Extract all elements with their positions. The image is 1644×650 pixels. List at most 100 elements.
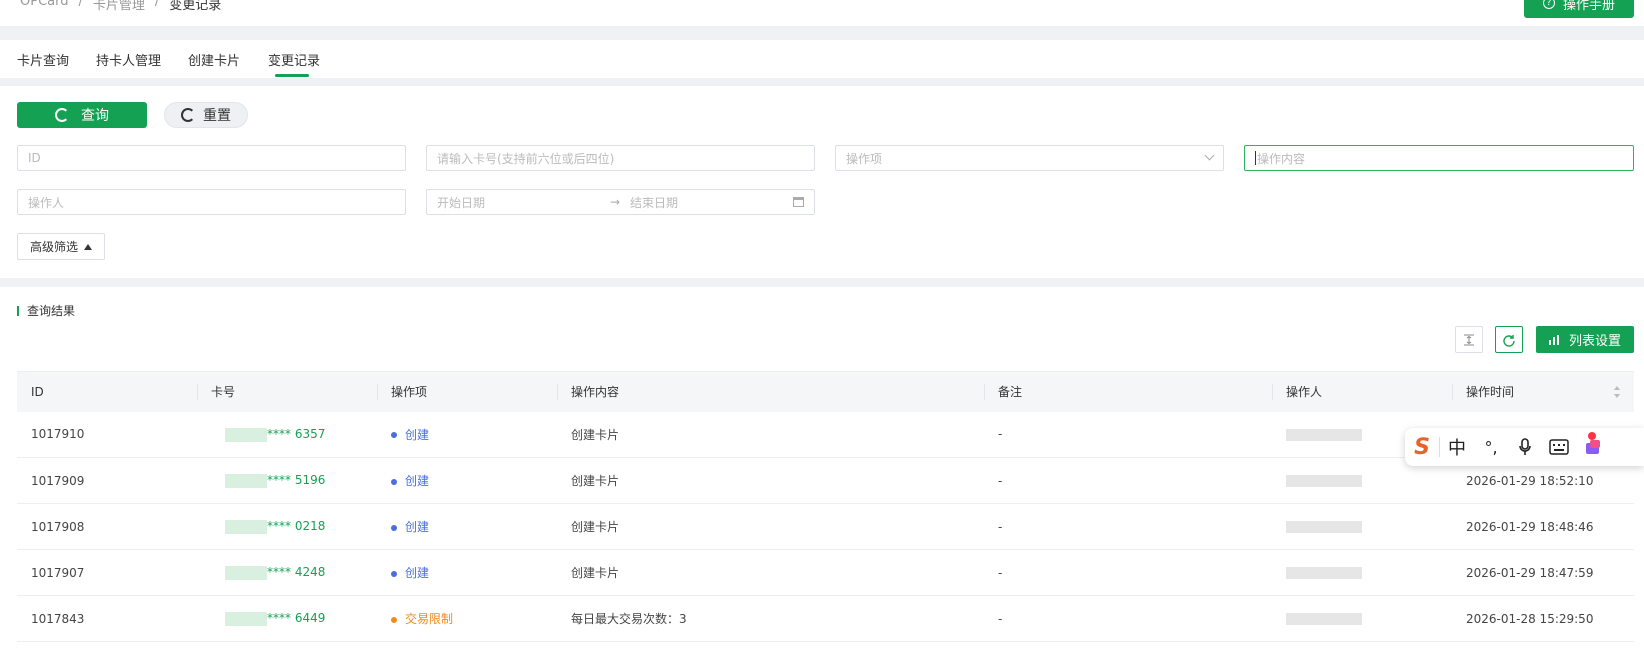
advanced-filter-button[interactable]: 高级筛选	[17, 233, 105, 260]
breadcrumb-card-management[interactable]: 卡片管理	[93, 0, 145, 13]
cell-operation-time: 2026-01-29 18:48:46	[1452, 503, 1634, 550]
caret-up-icon	[84, 243, 92, 250]
table-row[interactable]: 1017910 **** 6357 创建 创建卡片 -	[17, 411, 1634, 458]
breadcrumb-root[interactable]: OPCard	[20, 0, 68, 13]
reset-button[interactable]: 重置	[164, 102, 248, 128]
tab-create-card[interactable]: 创建卡片	[188, 50, 240, 69]
operator-placeholder: 操作人	[28, 195, 65, 210]
cell-card-number[interactable]: **** 0218	[197, 503, 377, 550]
cell-id: 1017907	[17, 549, 197, 596]
column-header-operation-time[interactable]: 操作时间	[1452, 371, 1634, 412]
results-title: 查询结果	[17, 305, 75, 317]
table-body: 1017910 **** 6357 创建 创建卡片 - 1017909 ****…	[17, 411, 1634, 642]
operation-item-select[interactable]: 操作项	[835, 145, 1224, 171]
notification-badge	[1588, 432, 1596, 440]
keyboard-icon	[1549, 439, 1569, 455]
breadcrumb: OPCard / 卡片管理 / 变更记录	[20, 0, 221, 13]
filter-panel: 查询 重置 ID 请输入卡号(支持前六位或后四位) 操作项 操作内容 操作人 开…	[0, 86, 1644, 278]
ime-keyboard-button[interactable]	[1542, 428, 1576, 466]
refresh-button[interactable]	[1495, 326, 1523, 353]
operation-item-text: 创建	[405, 520, 430, 534]
column-header-remark: 备注	[984, 371, 1272, 412]
query-button-label: 查询	[81, 108, 109, 124]
breadcrumb-separator: /	[78, 0, 83, 9]
column-header-operator: 操作人	[1272, 371, 1452, 412]
cell-card-number[interactable]: **** 5196	[197, 457, 377, 504]
cell-operator	[1272, 549, 1452, 596]
redacted-block	[1286, 521, 1362, 533]
card-number-input[interactable]: 请输入卡号(支持前六位或后四位)	[426, 145, 815, 171]
start-date-placeholder: 开始日期	[437, 195, 486, 210]
operation-content-placeholder: 操作内容	[1257, 151, 1306, 166]
card-number-placeholder: 请输入卡号(支持前六位或后四位)	[437, 151, 615, 166]
cell-operation-content: 创建卡片	[557, 411, 984, 458]
sort-icon[interactable]	[1614, 386, 1620, 398]
table-row[interactable]: 1017843 **** 6449 交易限制 每日最大交易次数：3 - 2026…	[17, 595, 1634, 642]
operation-content-input[interactable]: 操作内容	[1244, 145, 1634, 171]
operator-input[interactable]: 操作人	[17, 189, 406, 215]
cell-operation-time: 2026-01-28 15:29:50	[1452, 595, 1634, 642]
tab-cardholder-management[interactable]: 持卡人管理	[96, 50, 161, 69]
query-button[interactable]: 查询	[17, 102, 147, 128]
operation-item-text: 创建	[405, 474, 430, 488]
cell-id: 1017908	[17, 503, 197, 550]
ime-voice-button[interactable]	[1508, 428, 1542, 466]
table-row[interactable]: 1017909 **** 5196 创建 创建卡片 - 2026-01-29 1…	[17, 457, 1634, 504]
tab-card-query[interactable]: 卡片查询	[17, 50, 69, 69]
chevron-down-icon	[1204, 150, 1215, 161]
cell-card-number[interactable]: **** 6357	[197, 411, 377, 458]
cell-id: 1017843	[17, 595, 197, 642]
density-button[interactable]	[1455, 326, 1483, 353]
active-tab-indicator	[275, 74, 309, 77]
cell-operation-content: 每日最大交易次数：3	[557, 595, 984, 642]
redacted-block	[225, 427, 267, 442]
card-number-text: **** 6449	[267, 611, 326, 626]
top-bar: OPCard / 卡片管理 / 变更记录 ? 操作手册	[0, 0, 1644, 26]
operation-item-text: 创建	[405, 427, 430, 442]
table-row[interactable]: 1017908 **** 0218 创建 创建卡片 - 2026-01-29 1…	[17, 503, 1634, 550]
cell-remark: -	[984, 595, 1272, 642]
breadcrumb-current: 变更记录	[169, 0, 222, 13]
date-range-picker[interactable]: 开始日期 → 结束日期	[426, 189, 815, 215]
status-dot	[391, 478, 397, 485]
results-table: ID 卡号 操作项 操作内容 备注 操作人 操作时间 1017910 **** …	[17, 371, 1634, 642]
redacted-block	[225, 565, 267, 580]
text-cursor	[1255, 151, 1256, 165]
cell-id: 1017909	[17, 457, 197, 504]
column-header-operation-content: 操作内容	[557, 371, 984, 412]
cell-card-number[interactable]: **** 6449	[197, 595, 377, 642]
table-row[interactable]: 1017907 **** 4248 创建 创建卡片 - 2026-01-29 1…	[17, 549, 1634, 596]
cell-operation-item: 创建	[377, 549, 557, 596]
column-header-id: ID	[17, 371, 197, 412]
redacted-block	[1286, 475, 1362, 487]
help-icon: ?	[1542, 0, 1555, 9]
microphone-icon	[1519, 438, 1531, 455]
reset-icon	[181, 108, 195, 122]
table-header-row: ID 卡号 操作项 操作内容 备注 操作人 操作时间	[17, 371, 1634, 412]
id-input[interactable]: ID	[17, 145, 406, 171]
column-height-icon	[1464, 334, 1474, 345]
ime-logo[interactable]: S	[1405, 428, 1439, 466]
advanced-filter-label: 高级筛选	[29, 240, 78, 254]
bar-chart-icon	[1548, 334, 1559, 345]
redacted-block	[1286, 428, 1362, 441]
manual-button-label: 操作手册	[1562, 0, 1615, 13]
cell-card-number[interactable]: **** 4248	[197, 549, 377, 596]
status-dot	[391, 524, 397, 531]
cell-remark: -	[984, 503, 1272, 550]
ime-skin-button[interactable]	[1576, 428, 1610, 466]
status-dot	[391, 432, 397, 439]
ime-language-toggle[interactable]: 中	[1440, 428, 1474, 466]
tab-change-log[interactable]: 变更记录	[268, 50, 320, 69]
column-settings-label: 列表设置	[1568, 334, 1621, 349]
cell-operation-time: 2026-01-29 18:47:59	[1452, 549, 1634, 596]
column-header-operation-item: 操作项	[377, 371, 557, 412]
operation-item-text: 创建	[405, 566, 430, 580]
ime-punctuation-toggle[interactable]: °,	[1474, 428, 1508, 466]
cell-operator	[1272, 503, 1452, 550]
cell-operator	[1272, 595, 1452, 642]
column-settings-button[interactable]: 列表设置	[1536, 326, 1634, 353]
range-arrow-icon: →	[610, 195, 621, 209]
card-number-text: **** 0218	[267, 519, 326, 534]
manual-button[interactable]: ? 操作手册	[1524, 0, 1634, 18]
